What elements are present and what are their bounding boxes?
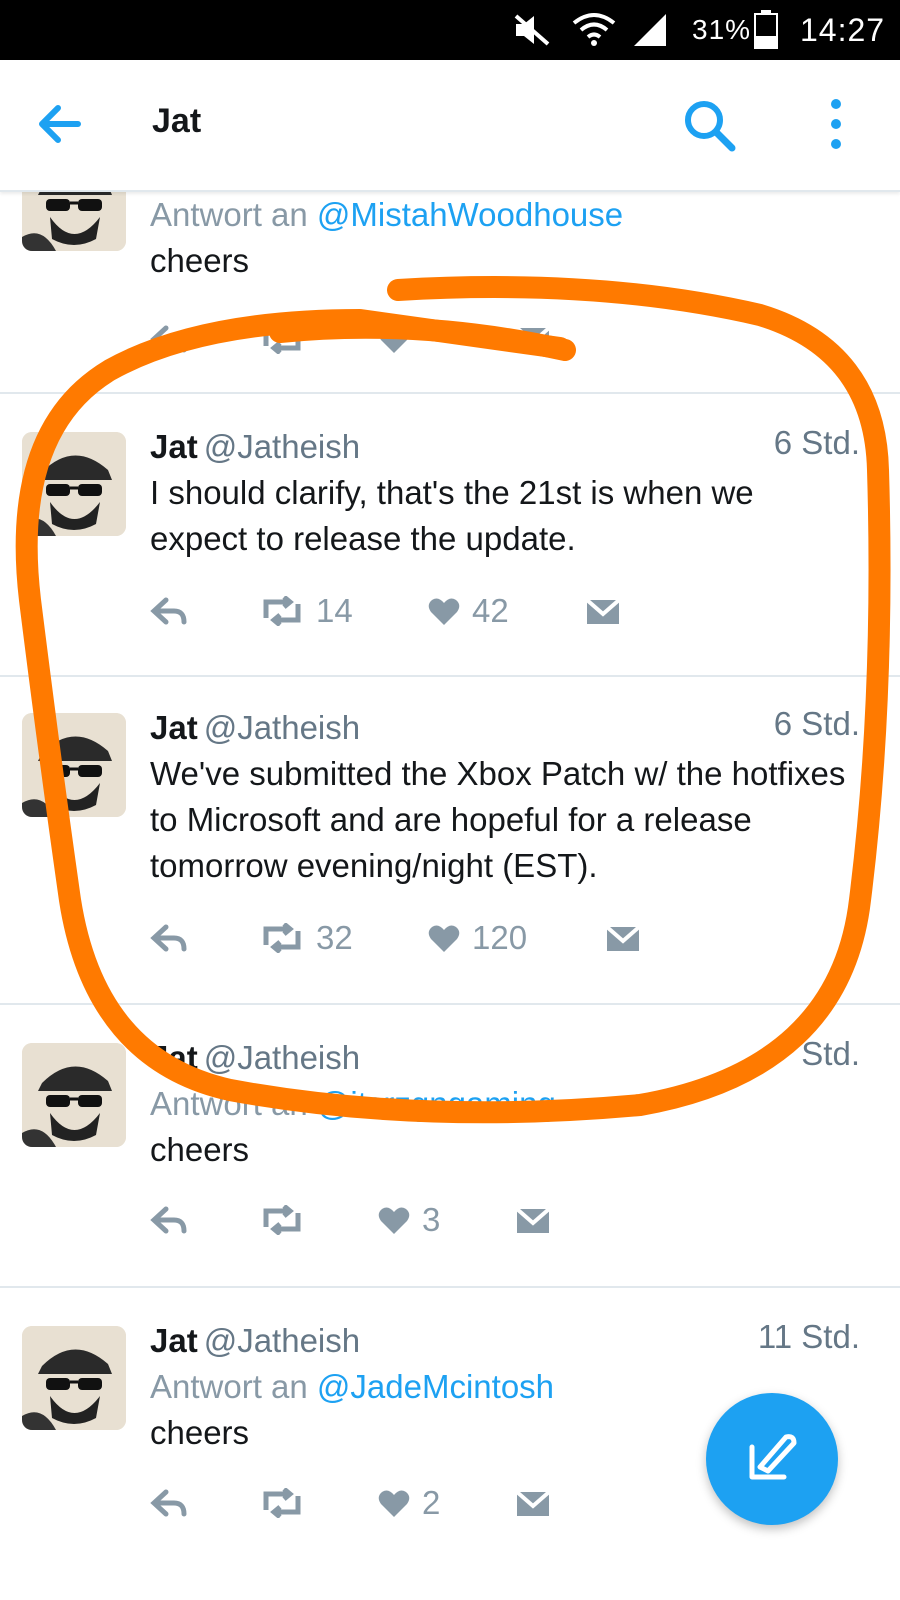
reply-icon[interactable] [150, 586, 188, 636]
reply-icon[interactable] [150, 314, 188, 364]
avatar[interactable] [22, 192, 126, 251]
tweet-text: We've submitted the Xbox Patch w/ the ho… [150, 755, 846, 884]
like-count: 2 [422, 1484, 441, 1521]
more-vertical-icon[interactable] [826, 98, 846, 154]
author-name[interactable]: Jat [150, 709, 198, 746]
avatar[interactable] [22, 432, 126, 536]
retweet-button[interactable]: 32 [260, 913, 353, 963]
tweet[interactable]: Jat @Jatheish We've submitted the Xbox Pa… [0, 677, 900, 1005]
like-count: 42 [472, 592, 509, 629]
reply-prefix: Antwort an [150, 1085, 308, 1122]
tweet-actions: 32 120 [150, 913, 850, 963]
compose-icon [744, 1429, 800, 1490]
wifi-icon [572, 0, 616, 60]
compose-tweet-button[interactable] [706, 1393, 838, 1525]
like-count: 120 [472, 919, 528, 956]
author-handle[interactable]: @Jatheish [204, 709, 360, 746]
like-button[interactable]: 120 [428, 913, 527, 963]
like-icon[interactable] [378, 314, 410, 364]
app-bar: Jat [0, 60, 900, 192]
author-name[interactable]: Jat [150, 1322, 198, 1359]
like-button[interactable]: 3 [378, 1195, 440, 1245]
status-bar: 31% 14:27 [0, 0, 900, 60]
reply-icon[interactable] [150, 913, 188, 963]
message-icon[interactable] [515, 1478, 551, 1528]
clock: 14:27 [800, 11, 886, 48]
reply-prefix: Antwort an [150, 1368, 308, 1405]
like-button[interactable]: 42 [428, 586, 509, 636]
retweet-button[interactable]: 14 [260, 586, 353, 636]
like-icon [378, 1205, 410, 1235]
mute-icon [512, 0, 552, 60]
mention-link[interactable]: @JadeMcintosh [317, 1368, 554, 1405]
mention-link[interactable]: @itsrzgngaming [317, 1085, 556, 1122]
back-arrow-icon[interactable] [36, 102, 84, 146]
timeline: Antwort an @MistahWoodhouse cheers Jat @J… [0, 192, 900, 1600]
tweet-actions: 3 [150, 1195, 850, 1245]
retweet-icon[interactable] [260, 314, 304, 364]
like-icon [428, 596, 460, 626]
avatar[interactable] [22, 1326, 126, 1430]
tweet[interactable]: Jat @Jatheish Antwort an @itsrzgngaming c… [0, 1005, 900, 1288]
author-name[interactable]: Jat [150, 1039, 198, 1076]
author-name[interactable]: Jat [150, 428, 198, 465]
signal-icon [632, 0, 668, 60]
reply-icon[interactable] [150, 1195, 188, 1245]
author-handle[interactable]: @Jatheish [204, 1322, 360, 1359]
like-count: 3 [422, 1201, 441, 1238]
avatar[interactable] [22, 713, 126, 817]
tweet-text: cheers [150, 1131, 250, 1168]
retweet-icon [260, 596, 304, 626]
message-icon[interactable] [515, 1195, 551, 1245]
search-icon[interactable] [680, 96, 740, 156]
mention-link[interactable]: @MistahWoodhouse [317, 196, 623, 233]
author-handle[interactable]: @Jatheish [204, 428, 360, 465]
tweet-actions [150, 314, 850, 364]
tweet-time: 6 Std. [773, 424, 860, 461]
retweet-icon [260, 923, 304, 953]
tweet-text: cheers [150, 242, 250, 279]
retweet-icon[interactable] [260, 1195, 304, 1245]
tweet-time: Std. [801, 1035, 860, 1072]
retweet-icon[interactable] [260, 1478, 304, 1528]
battery-percent: 31% [692, 14, 752, 45]
reply-prefix: Antwort an [150, 196, 308, 233]
tweet-text: I should clarify, that's the 21st is whe… [150, 474, 754, 557]
tweet[interactable]: Jat @Jatheish I should clarify, that's th… [0, 394, 900, 677]
retweet-count: 32 [316, 919, 353, 956]
like-icon [428, 923, 460, 953]
reply-icon[interactable] [150, 1478, 188, 1528]
page-title: Jat [152, 102, 202, 140]
battery-icon [754, 0, 778, 60]
avatar[interactable] [22, 1043, 126, 1147]
tweet-actions: 14 42 [150, 586, 850, 636]
author-handle[interactable]: @Jatheish [204, 1039, 360, 1076]
retweet-count: 14 [316, 592, 353, 629]
message-icon[interactable] [515, 314, 551, 364]
tweet-time: 11 Std. [757, 1318, 860, 1355]
like-button[interactable]: 2 [378, 1478, 440, 1528]
message-icon[interactable] [605, 913, 641, 963]
like-icon [378, 1488, 410, 1518]
tweet[interactable]: Antwort an @MistahWoodhouse cheers [0, 192, 900, 394]
tweet-time: 6 Std. [773, 705, 860, 742]
message-icon[interactable] [585, 586, 621, 636]
